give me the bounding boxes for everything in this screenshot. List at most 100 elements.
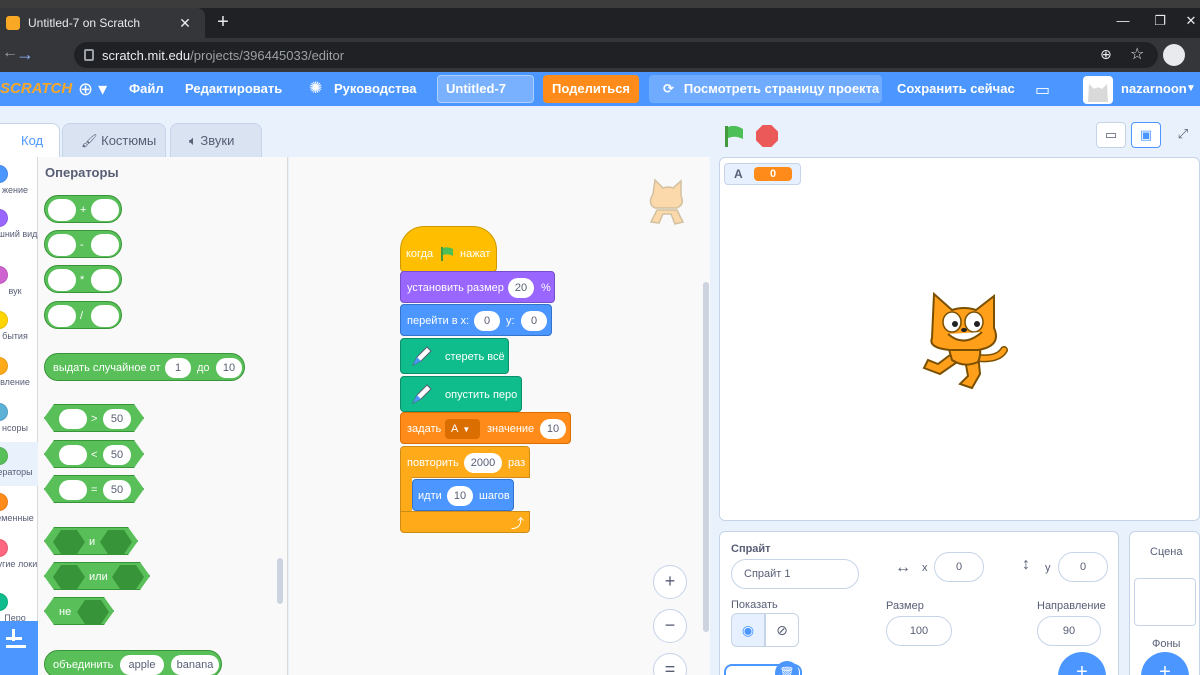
random-block[interactable]: выдать случайное от 1 до 10	[44, 353, 245, 381]
gt-value-input[interactable]: 50	[103, 409, 131, 429]
restore-button[interactable]: ❐	[1147, 10, 1173, 32]
lt-value-input[interactable]: 50	[103, 445, 131, 465]
not-block[interactable]: не	[44, 597, 114, 625]
greater-than-block[interactable]: > 50	[44, 404, 144, 432]
small-stage-button[interactable]: ▭	[1096, 122, 1126, 148]
scratch-logo[interactable]: SCRATCH	[0, 76, 72, 102]
category-2[interactable]: вук	[0, 266, 38, 296]
random-to-input[interactable]: 10	[216, 358, 242, 378]
menu-edit[interactable]: Редактировать	[185, 72, 282, 106]
equals-block[interactable]: = 50	[44, 475, 144, 503]
x-input[interactable]: 0	[934, 552, 984, 582]
pen-down-block[interactable]: опустить перо	[400, 376, 522, 412]
category-5[interactable]: нсоры	[0, 403, 38, 433]
scratch-cat-sprite[interactable]	[908, 288, 1012, 392]
category-8[interactable]: ругие локи	[0, 539, 38, 569]
join-b-input[interactable]: banana	[171, 655, 219, 675]
see-project-page-button[interactable]: ⟳ Посмотреть страницу проекта	[649, 75, 882, 103]
normal-stage-button[interactable]: ▣	[1131, 122, 1161, 148]
language-globe-icon[interactable]: ⊕ ▾	[78, 72, 107, 106]
category-4[interactable]: вление	[0, 357, 38, 387]
address-bar[interactable]: scratch.mit.edu/projects/396445033/edito…	[74, 42, 1158, 68]
random-from-input[interactable]: 1	[165, 358, 191, 378]
and-block[interactable]: и	[44, 527, 138, 555]
category-dot-icon	[0, 209, 8, 227]
minimize-button[interactable]: —	[1110, 10, 1136, 32]
fullscreen-button[interactable]: ⤢	[1168, 122, 1198, 148]
add-block[interactable]: +	[44, 195, 122, 223]
bookmark-star-icon[interactable]: ☆	[1130, 44, 1144, 64]
browser-tab[interactable]: Untitled-7 on Scratch	[0, 8, 205, 38]
zoom-icon[interactable]: ⊕	[1100, 46, 1112, 63]
pen-icon	[409, 345, 433, 369]
menu-file[interactable]: Файл	[129, 72, 164, 106]
forward-arrow-icon[interactable]: →	[16, 44, 38, 65]
set-size-label: установить размер	[407, 282, 504, 294]
project-title-input[interactable]: Untitled-7	[437, 75, 534, 103]
join-block[interactable]: объединить apple banana	[44, 650, 222, 675]
variable-monitor-name: A	[734, 167, 743, 181]
move-steps-input[interactable]: 10	[447, 486, 473, 506]
category-7[interactable]: еменные	[0, 493, 38, 523]
eq-value-input[interactable]: 50	[103, 480, 131, 500]
category-6[interactable]: ераторы	[0, 447, 38, 477]
palette-scrollbar[interactable]	[277, 558, 283, 604]
direction-input[interactable]: 90	[1037, 616, 1101, 646]
username[interactable]: nazarnoon	[1121, 72, 1187, 106]
set-size-input[interactable]: 20	[508, 278, 534, 298]
save-now-button[interactable]: Сохранить сейчас	[897, 72, 1015, 106]
user-avatar[interactable]	[1083, 76, 1113, 104]
category-3[interactable]: бытия	[0, 311, 38, 341]
category-dot-icon	[0, 165, 8, 183]
y-arrows-icon: ↕	[1022, 556, 1030, 573]
category-label: вук	[8, 286, 22, 296]
add-sprite-button[interactable]: +	[1058, 652, 1106, 675]
zoom-out-button[interactable]: −	[653, 609, 687, 643]
profile-icon[interactable]	[1163, 44, 1185, 66]
show-eye-button[interactable]: ◉	[731, 613, 765, 647]
add-extension-button[interactable]	[0, 621, 38, 675]
sprite-name-input[interactable]: Спрайт 1	[731, 559, 859, 589]
tab-close-icon[interactable]: ✕	[176, 14, 194, 32]
goto-xy-block[interactable]: перейти в x: 0 y: 0	[400, 304, 552, 336]
divide-block[interactable]: /	[44, 301, 122, 329]
stage-thumbnail[interactable]	[1134, 578, 1196, 626]
category-0[interactable]: жение	[0, 165, 38, 195]
set-variable-block[interactable]: задать A ▼ значение 10	[400, 412, 571, 444]
repeat-count-input[interactable]: 2000	[464, 453, 502, 473]
pen-clear-block[interactable]: стереть всё	[400, 338, 509, 374]
or-block[interactable]: или	[44, 562, 150, 590]
less-than-block[interactable]: < 50	[44, 440, 144, 468]
delete-sprite-button[interactable]: 🗑︎	[775, 661, 799, 675]
join-a-input[interactable]: apple	[120, 655, 164, 675]
green-flag-button[interactable]	[722, 124, 746, 148]
subtract-block[interactable]: -	[44, 230, 122, 258]
zoom-in-button[interactable]: +	[653, 565, 687, 599]
setvar-value-input[interactable]: 10	[540, 419, 566, 439]
add-backdrop-button[interactable]: +	[1141, 652, 1189, 675]
category-9[interactable]: Перо	[0, 593, 38, 623]
subtract-operator: -	[80, 239, 84, 251]
share-button[interactable]: Поделиться	[543, 75, 639, 103]
window-close-button[interactable]: ✕	[1178, 10, 1200, 32]
menu-tutorials[interactable]: Руководства	[334, 72, 417, 106]
code-scrollbar[interactable]	[703, 282, 709, 632]
hide-eye-button[interactable]: ⊘	[765, 613, 799, 647]
multiply-operator: *	[80, 274, 85, 286]
repeat-block[interactable]: повторить 2000 раз	[400, 446, 530, 478]
tab-costumes[interactable]: 🖌︎ Костюмы	[62, 123, 166, 157]
tab-code[interactable]: Код	[0, 123, 60, 157]
variable-dropdown[interactable]: A ▼	[445, 419, 480, 439]
multiply-block[interactable]: *	[44, 265, 122, 293]
my-stuff-folder-icon[interactable]: ▭	[1035, 80, 1050, 100]
move-steps-block[interactable]: идти 10 шагов	[412, 479, 514, 511]
chevron-down-icon[interactable]: ▼	[1186, 72, 1196, 106]
new-tab-button[interactable]: +	[212, 12, 234, 34]
y-input[interactable]: 0	[1058, 552, 1108, 582]
category-1[interactable]: ешний вид	[0, 209, 38, 239]
goto-y-input[interactable]: 0	[521, 311, 547, 331]
set-size-block[interactable]: установить размер 20 %	[400, 271, 555, 303]
tab-sounds[interactable]: 🔈︎ Звуки	[170, 123, 262, 157]
goto-x-input[interactable]: 0	[474, 311, 500, 331]
size-input[interactable]: 100	[886, 616, 952, 646]
